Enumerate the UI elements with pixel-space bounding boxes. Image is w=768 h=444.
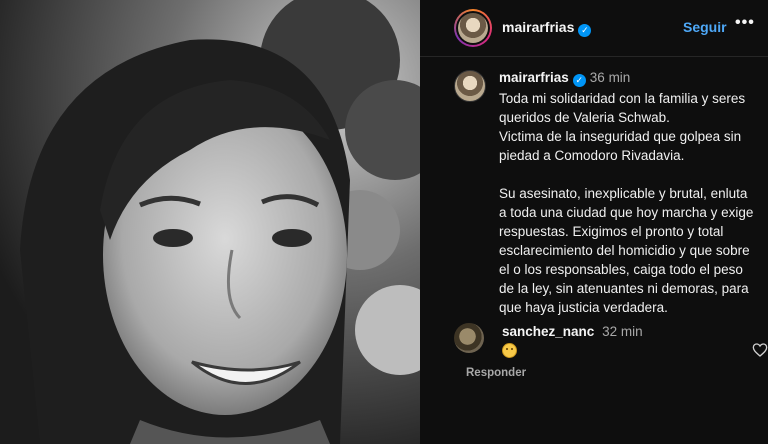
more-options-icon[interactable]: ••• xyxy=(735,14,755,32)
comment-avatar[interactable] xyxy=(454,323,484,353)
caption-line: a toda una ciudad que hoy marcha y exige xyxy=(499,205,754,220)
reply-button[interactable]: Responder xyxy=(466,367,526,379)
comment-time: 32 min xyxy=(602,324,643,339)
caption-line: Toda mi solidaridad con la familia y ser… xyxy=(499,91,746,106)
caption-time: 36 min xyxy=(589,70,631,85)
post-photo[interactable] xyxy=(0,0,420,444)
verified-badge-icon: ✓ xyxy=(572,74,586,87)
caption-avatar[interactable] xyxy=(454,70,486,102)
caption-line: queridos de Valeria Schwab. xyxy=(499,110,670,125)
caption-line: Su asesinato, inexplicable y brutal, enl… xyxy=(499,186,748,201)
caption-username[interactable]: mairarfrias xyxy=(499,70,569,85)
like-heart-icon[interactable] xyxy=(752,342,768,358)
caption-line: Victima de la inseguridad que golpea sin xyxy=(499,129,742,144)
comment-username[interactable]: sanchez_nanc xyxy=(502,324,594,339)
caption-body: mairarfrias ✓ 36 min Toda mi solidaridad c… xyxy=(499,70,768,317)
instagram-post: mairarfrias ✓ Seguir ••• mairarfrias ✓ 36 m… xyxy=(0,0,768,444)
header-avatar[interactable] xyxy=(454,9,492,47)
caption-text: Toda mi solidaridad con la familia y ser… xyxy=(499,89,768,317)
portrait-image xyxy=(0,0,420,444)
caption-line: el o los responsables, caiga todo el pes… xyxy=(499,262,743,277)
caption-line: de la ley, sin atenuantes ni demoras, pa… xyxy=(499,281,749,296)
verified-badge-icon: ✓ xyxy=(578,24,592,37)
avatar-photo xyxy=(458,13,488,43)
follow-button[interactable]: Seguir xyxy=(683,19,727,35)
caption-line: piedad a Comodoro Rivadavia. xyxy=(499,148,685,163)
comment-header: sanchez_nanc 32 min xyxy=(502,324,643,339)
post-header: mairarfrias ✓ Seguir ••• xyxy=(420,0,768,57)
caption-header: mairarfrias ✓ 36 min xyxy=(499,70,768,87)
header-username-row: mairarfrias ✓ xyxy=(502,19,592,37)
caption-line: esclarecimiento del homicidio y que sobr… xyxy=(499,243,750,258)
comment: sanchez_nanc 32 min xyxy=(454,320,768,390)
header-username[interactable]: mairarfrias xyxy=(502,19,574,35)
caption-line: que haya justicia verdadera. xyxy=(499,300,668,315)
sad-face-icon xyxy=(502,343,517,358)
caption-line: respuestas. Exigimos el pronto y total xyxy=(499,224,724,239)
